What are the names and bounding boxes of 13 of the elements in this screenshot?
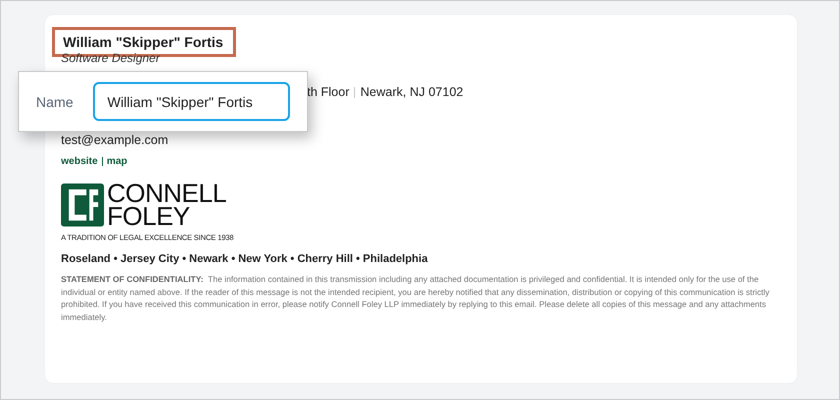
person-name: William "Skipper" Fortis [63,34,224,50]
office-list: Roseland • Jersey City • Newark • New York • Cherry Hill • Philadelphia [61,253,781,265]
link[interactable]: website [61,156,98,167]
link[interactable]: map [106,156,128,167]
field-label: Name [36,94,74,110]
logo-text: FOLEY [107,205,190,228]
logo-text: CONNELL [107,182,226,205]
address-text: th Floor [307,85,350,99]
email-address: test@example.com [61,133,170,147]
address-text: Newark, NJ 07102 [360,85,464,99]
confidentiality-notice: STATEMENT OF CONFIDENTIALITY: The information contained in this transmission including any attached documentation is privileged and confidential. It is intended only for the use of the individual or entity named above. If the reader of this message is not the intended recipient, you are hereby notified that any dissemination, distribution or copying of this communication is strictly prohibited. If you have received this communication in error, please notify Connell Foley LLP immediately by replying to this email. Please delete all copies of this message and any attachments immediately. [61,273,770,324]
name-input[interactable]: William "Skipper" Fortis [93,82,290,121]
logo-mark-icon [61,183,104,227]
